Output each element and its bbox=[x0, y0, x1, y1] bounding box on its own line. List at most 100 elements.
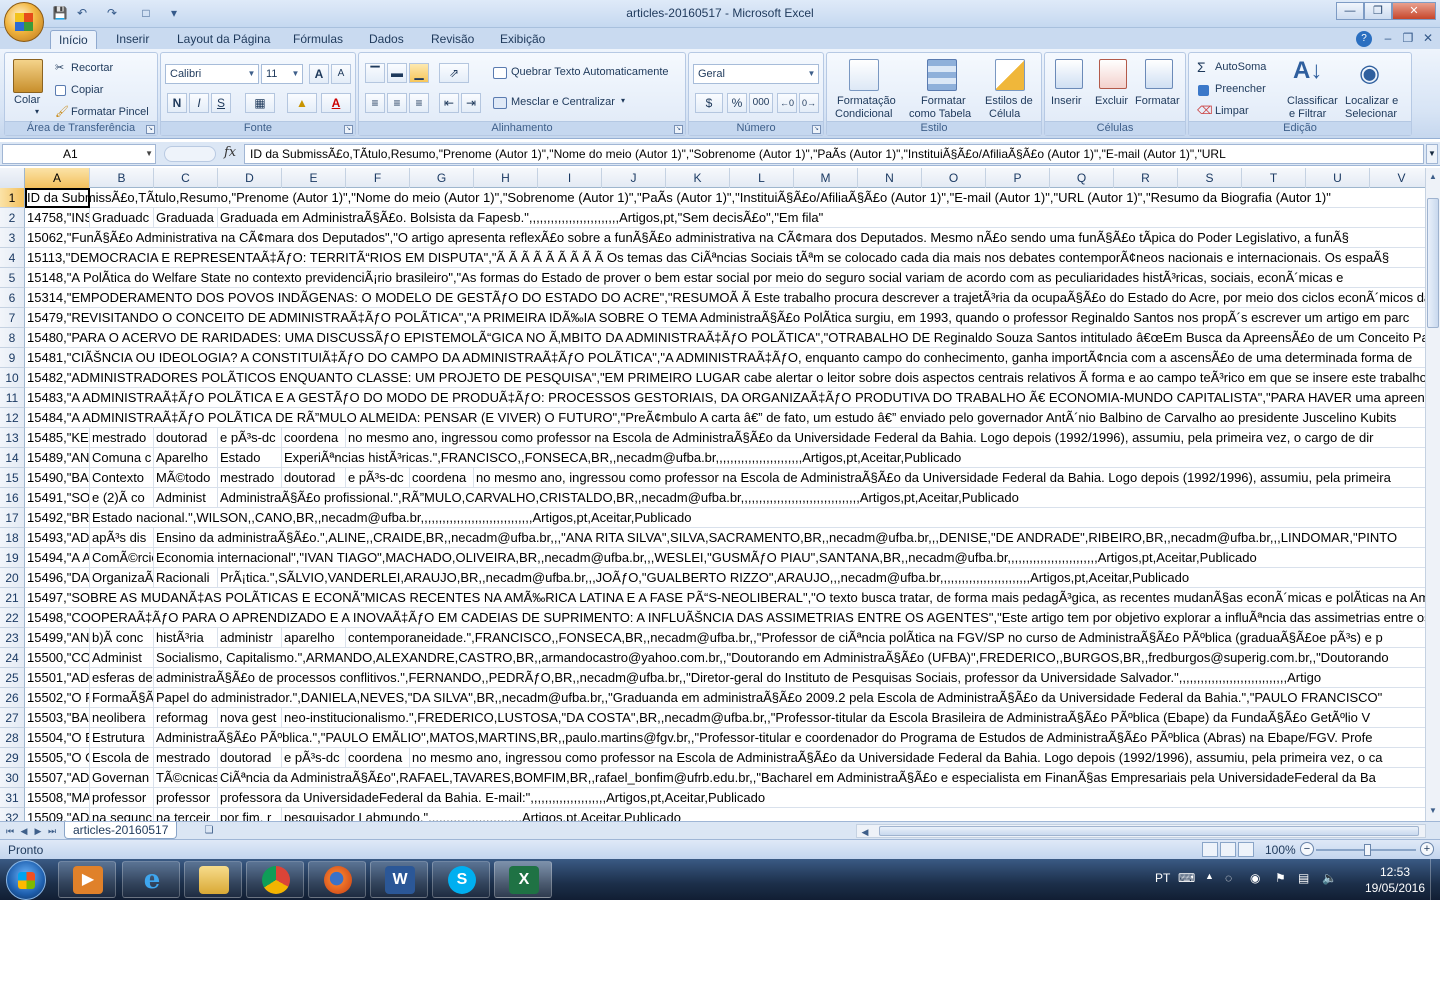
cell-b28[interactable]: Estrutura bbox=[90, 728, 154, 748]
horizontal-scroll-thumb[interactable] bbox=[879, 826, 1419, 836]
cell-a15[interactable]: 15490,"BASES bbox=[25, 468, 90, 488]
sort-filter-button-line1[interactable]: Classificar bbox=[1287, 95, 1338, 107]
grow-font-button[interactable]: A bbox=[309, 64, 329, 84]
cell-c15[interactable]: MÃ©todo bbox=[154, 468, 218, 488]
taskbar-skype[interactable]: S bbox=[432, 861, 490, 898]
volume-icon[interactable]: 🔈 bbox=[1322, 871, 1337, 885]
increase-decimal-icon[interactable]: ←0 bbox=[777, 93, 797, 113]
column-header-u[interactable]: U bbox=[1306, 168, 1370, 188]
row-header[interactable]: 5 bbox=[0, 268, 25, 288]
row-header[interactable]: 20 bbox=[0, 568, 25, 588]
column-header-j[interactable]: J bbox=[602, 168, 666, 188]
cell-b31[interactable]: professor bbox=[90, 788, 154, 808]
tab-exibicao[interactable]: Exibição bbox=[492, 30, 553, 50]
tab-inserir[interactable]: Inserir bbox=[108, 30, 157, 50]
decrease-indent-icon[interactable]: ⇤ bbox=[439, 93, 459, 113]
cell-b24[interactable]: Administ bbox=[90, 648, 154, 668]
font-size-select[interactable]: 11 ▼ bbox=[261, 64, 303, 84]
column-header-n[interactable]: N bbox=[858, 168, 922, 188]
row-header[interactable]: 1 bbox=[0, 188, 25, 208]
row-header[interactable]: 31 bbox=[0, 788, 25, 808]
cell-b14[interactable]: Comuna c bbox=[90, 448, 154, 468]
cell-c24[interactable]: Socialismo, Capitalismo.",ARMANDO,ALEXAN… bbox=[154, 648, 1389, 668]
row-header[interactable]: 17 bbox=[0, 508, 25, 528]
thousands-button[interactable]: 000 bbox=[749, 93, 773, 113]
cell-b29[interactable]: Escola de bbox=[90, 748, 154, 768]
row-header[interactable]: 13 bbox=[0, 428, 25, 448]
cell-a19[interactable]: 15494,"A ARTICULAÃ‡ÃƒO bbox=[25, 548, 90, 568]
cell-b16[interactable]: e (2)Ã co bbox=[90, 488, 154, 508]
cell-c13[interactable]: doutorad bbox=[154, 428, 218, 448]
taskbar-excel[interactable]: X bbox=[494, 861, 552, 898]
wrap-text-button[interactable]: Quebrar Texto Automaticamente bbox=[511, 66, 669, 78]
align-bottom-icon[interactable]: ▁ bbox=[409, 63, 429, 83]
cell-f29[interactable]: coordena bbox=[346, 748, 410, 768]
office-button[interactable] bbox=[4, 2, 44, 42]
row-header[interactable]: 12 bbox=[0, 408, 25, 428]
cell-b25[interactable]: esferas de bbox=[90, 668, 154, 688]
row-header[interactable]: 32 bbox=[0, 808, 25, 821]
row-header[interactable]: 23 bbox=[0, 628, 25, 648]
row-header[interactable]: 24 bbox=[0, 648, 25, 668]
first-sheet-icon[interactable]: ⏮ bbox=[4, 824, 16, 838]
merge-center-button[interactable]: Mesclar e Centralizar bbox=[511, 96, 615, 108]
cell-g29[interactable]: no mesmo ano, ingressou como professor n… bbox=[410, 748, 1383, 768]
cell-c29[interactable]: mestrado bbox=[154, 748, 218, 768]
wrap-text-icon[interactable] bbox=[493, 67, 507, 79]
row-header[interactable]: 22 bbox=[0, 608, 25, 628]
column-header-g[interactable]: G bbox=[410, 168, 474, 188]
cell-d23[interactable]: administr bbox=[218, 628, 282, 648]
webcam-icon[interactable]: ◉ bbox=[1250, 871, 1260, 885]
cell-b32[interactable]: na segunc bbox=[90, 808, 154, 821]
cell-a26[interactable]: 15502,"O PAPEL bbox=[25, 688, 90, 708]
cell-a22[interactable]: 15498,"COOPERAÃ‡ÃƒO PARA O APRENDIZADO E… bbox=[25, 608, 1425, 628]
expand-formula-bar-icon[interactable]: ▼ bbox=[1426, 144, 1438, 164]
cell-a17[interactable]: 15492,"BRASIL bbox=[25, 508, 90, 528]
insert-sheet-icon[interactable]: ❏ bbox=[200, 823, 218, 838]
cell-a28[interactable]: 15504,"O ESTADO bbox=[25, 728, 90, 748]
cell-d29[interactable]: doutorad bbox=[218, 748, 282, 768]
align-center-icon[interactable]: ≡ bbox=[387, 93, 407, 113]
format-as-table-icon[interactable] bbox=[927, 59, 957, 91]
format-as-table-button-line1[interactable]: Formatar bbox=[921, 95, 966, 107]
find-select-button-line2[interactable]: Selecionar bbox=[1345, 108, 1397, 120]
cell-b19[interactable]: ComÃ©rcio bbox=[90, 548, 154, 568]
row-header[interactable]: 6 bbox=[0, 288, 25, 308]
scroll-left-icon[interactable]: ◀ bbox=[859, 825, 871, 839]
align-right-icon[interactable]: ≡ bbox=[409, 93, 429, 113]
normal-view-icon[interactable] bbox=[1202, 842, 1218, 857]
cell-a25[interactable]: 15501,"ADMINISTRAÃ‡ÃƒO bbox=[25, 668, 90, 688]
cell-a12[interactable]: 15484,"A ADMINISTRAÃ‡ÃƒO POLÃTICA DE RÃ”… bbox=[25, 408, 1397, 428]
column-header-m[interactable]: M bbox=[794, 168, 858, 188]
format-painter-icon[interactable]: 🖌 bbox=[55, 105, 69, 118]
paste-icon[interactable] bbox=[13, 59, 43, 93]
merge-center-icon[interactable] bbox=[493, 97, 507, 109]
taskbar-file-explorer[interactable] bbox=[184, 861, 242, 898]
cell-c14[interactable]: Aparelho bbox=[154, 448, 218, 468]
tab-formulas[interactable]: Fórmulas bbox=[285, 30, 351, 50]
cell-f23[interactable]: contemporaneidade.",FRANCISCO,,FONSECA,B… bbox=[346, 628, 1383, 648]
cell-d20[interactable]: PrÃ¡tica.",SÃLVIO,VANDERLEI,ARAUJO,BR,,n… bbox=[218, 568, 1190, 588]
show-desktop-button[interactable] bbox=[1430, 859, 1440, 900]
row-header[interactable]: 21 bbox=[0, 588, 25, 608]
cell-e13[interactable]: coordena bbox=[282, 428, 346, 448]
clear-button[interactable]: Limpar bbox=[1215, 105, 1249, 117]
alignment-launcher-icon[interactable]: ↘ bbox=[674, 125, 683, 134]
cell-c30[interactable]: TÃ©cnicas bbox=[154, 768, 218, 788]
paste-dropdown-icon[interactable]: ▾ bbox=[35, 107, 39, 116]
format-as-table-button-line2[interactable]: como Tabela bbox=[909, 108, 971, 120]
cell-a7[interactable]: 15479,"REVISITANDO O CONCEITO DE ADMINIS… bbox=[25, 308, 1410, 328]
column-header-t[interactable]: T bbox=[1242, 168, 1306, 188]
zoom-in-icon[interactable]: + bbox=[1420, 842, 1434, 856]
cell-a10[interactable]: 15482,"ADMINISTRADORES POLÃTICOS ENQUANT… bbox=[25, 368, 1425, 388]
cell-b2[interactable]: Graduadc bbox=[90, 208, 154, 228]
cell-e14[interactable]: ExperiÃªncias histÃ³ricas.",FRANCISCO,,F… bbox=[282, 448, 962, 468]
tab-dados[interactable]: Dados bbox=[361, 30, 412, 50]
cell-b13[interactable]: mestrado bbox=[90, 428, 154, 448]
cell-d13[interactable]: e pÃ³s-dc bbox=[218, 428, 282, 448]
formula-input[interactable]: ID da SubmissÃ£o,TÃ­tulo,Resumo,"Prenome… bbox=[244, 144, 1424, 164]
cell-e32[interactable]: pesquisador Labmundo.",,,,,,,,,,,,,,,,,,… bbox=[282, 808, 681, 821]
cell-b17[interactable]: Estado nacional.",WILSON,,CANO,BR,,necad… bbox=[90, 508, 692, 528]
column-header-e[interactable]: E bbox=[282, 168, 346, 188]
scroll-down-icon[interactable]: ▼ bbox=[1427, 804, 1439, 818]
